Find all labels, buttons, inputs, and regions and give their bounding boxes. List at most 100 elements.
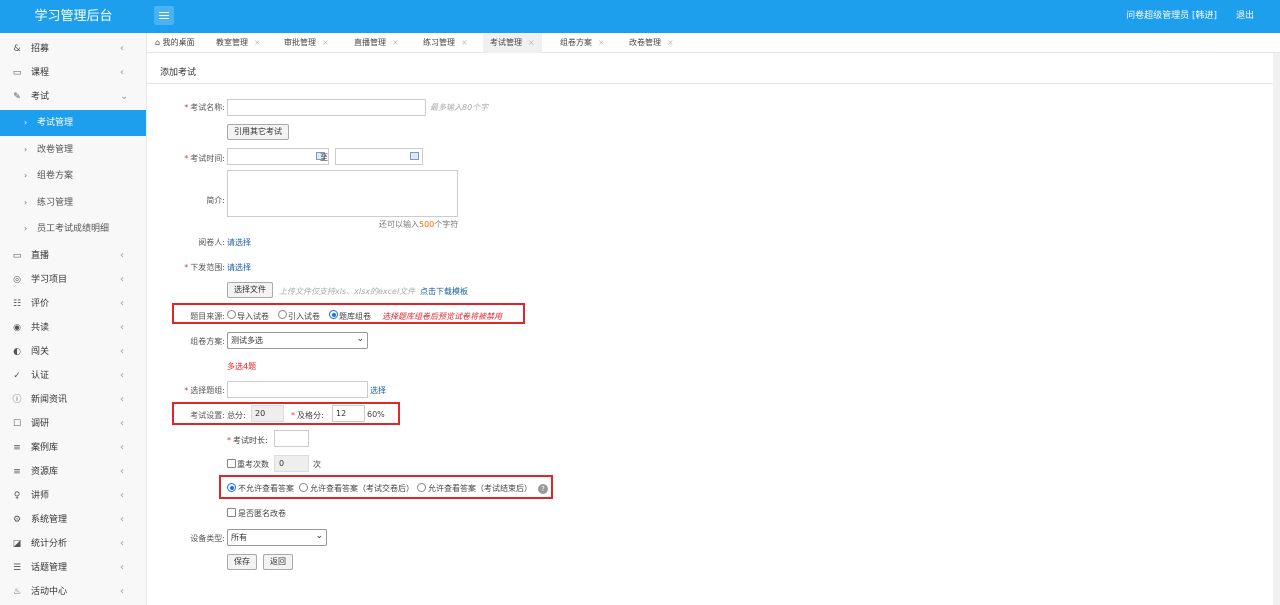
close-icon[interactable]: × — [667, 38, 674, 47]
exam-name-input[interactable] — [227, 99, 426, 116]
sidebar-subitem-label: 考试管理 — [37, 118, 74, 128]
close-icon[interactable]: × — [461, 38, 468, 47]
sidebar-item[interactable]: ☷ 评价 ‹ — [0, 292, 146, 316]
chevron-left-icon: ‹ — [120, 43, 124, 54]
exam-time-label: * 考试时间: — [184, 154, 225, 163]
sidebar-item[interactable]: ⚙ 系统管理 ‹ — [0, 508, 146, 532]
sidebar-item[interactable]: ≡ 案例库 ‹ — [0, 436, 146, 460]
group-select-link[interactable]: 选择 — [370, 385, 386, 396]
chevron-down-icon: ⌄ — [356, 334, 364, 344]
help-icon[interactable]: ? — [538, 484, 548, 494]
sidebar-item-label: 调研 — [31, 419, 50, 429]
tab[interactable]: 改卷管理 × — [629, 33, 674, 53]
sidebar-item-icon: ◎ — [13, 275, 21, 285]
close-icon[interactable]: × — [254, 38, 261, 47]
hamburger-icon — [159, 12, 169, 13]
sidebar-item-label: 系统管理 — [31, 515, 68, 525]
vertical-scrollbar[interactable] — [1273, 53, 1280, 605]
sidebar-item[interactable]: ◎ 学习项目 ‹ — [0, 268, 146, 292]
sidebar-item-icon: ✎ — [13, 92, 21, 102]
anonymous-checkbox[interactable] — [227, 508, 236, 517]
sidebar-item[interactable]: ☐ 调研 ‹ — [0, 412, 146, 436]
sidebar-item[interactable]: ✎ 考试 ⌄ — [0, 85, 146, 109]
chevron-left-icon: ‹ — [120, 67, 124, 78]
sidebar-item[interactable]: ≡ 资源库 ‹ — [0, 460, 146, 484]
device-select[interactable]: 所有 ⌄ — [227, 529, 327, 546]
sidebar-item[interactable]: ▭ 课程 ‹ — [0, 61, 146, 85]
tab[interactable]: 教室管理 × — [216, 33, 261, 53]
sidebar-item-icon: ▭ — [12, 68, 22, 78]
total-score-input[interactable]: 20 — [251, 405, 284, 422]
sidebar-item-label: 闯关 — [31, 347, 50, 357]
plan-label: 组卷方案: — [190, 337, 225, 346]
reference-exam-button[interactable]: 引用其它考试 — [227, 124, 289, 140]
close-icon[interactable]: × — [598, 38, 605, 47]
sidebar-item-label: 案例库 — [31, 443, 59, 453]
sidebar-item-label: 直播 — [31, 251, 50, 261]
sidebar-subitem[interactable]: › 改卷管理 — [0, 137, 146, 163]
sidebar-subitem[interactable]: › 考试管理 — [0, 110, 146, 136]
source-radio-reference[interactable] — [278, 310, 287, 319]
group-input[interactable] — [227, 381, 368, 398]
answer-option-after-submit: 允许查看答案（考试交卷后） — [310, 484, 414, 493]
scope-select-link[interactable]: 请选择 — [227, 262, 251, 273]
file-hint: 上传文件仅支持xls、xlsx的excel文件 — [279, 287, 416, 296]
tab[interactable]: ⌂ 我的桌面 — [155, 33, 195, 53]
sidebar-item-icon: ≡ — [13, 443, 21, 453]
sidebar-item[interactable]: ♀ 讲师 ‹ — [0, 484, 146, 508]
answer-radio-after-end[interactable] — [417, 483, 426, 492]
sidebar-item[interactable]: ♨ 活动中心 ‹ — [0, 580, 146, 604]
close-icon[interactable]: × — [528, 38, 535, 47]
top-bar: 学习管理后台 问卷超级管理员 [韩进] 退出 — [0, 0, 1280, 33]
sidebar-item-icon: ☐ — [12, 419, 22, 429]
tab[interactable]: 练习管理 × — [423, 33, 468, 53]
sidebar-item-icon: ⚙ — [12, 515, 22, 525]
sidebar-item[interactable]: ▭ 直播 ‹ — [0, 244, 146, 268]
sidebar-item-icon: ◐ — [13, 347, 21, 357]
pass-score-input[interactable]: 12 — [332, 405, 365, 422]
start-time-input[interactable] — [227, 148, 329, 165]
settings-label: 考试设置: — [190, 411, 225, 420]
sidebar-item-icon: & — [13, 44, 21, 54]
intro-textarea[interactable] — [227, 170, 458, 217]
close-icon[interactable]: × — [392, 38, 399, 47]
close-icon[interactable]: × — [322, 38, 329, 47]
sidebar-subitem-label: 组卷方案 — [37, 171, 74, 182]
sidebar-item[interactable]: & 招募 ‹ — [0, 37, 146, 61]
choose-file-button[interactable]: 选择文件 — [227, 282, 273, 298]
duration-input[interactable] — [274, 430, 309, 447]
sidebar-item[interactable]: ⓘ 新闻资讯 ‹ — [0, 388, 146, 412]
retake-count-input[interactable]: 0 — [274, 455, 309, 472]
tab[interactable]: 直播管理 × — [354, 33, 399, 53]
sidebar-item[interactable]: ✓ 认证 ‹ — [0, 364, 146, 388]
sidebar-item[interactable]: ◪ 统计分析 ‹ — [0, 532, 146, 556]
answer-radio-none[interactable] — [227, 483, 236, 492]
grader-select-link[interactable]: 请选择 — [227, 237, 251, 248]
current-user-link[interactable]: 问卷超级管理员 [韩进] — [1126, 0, 1217, 33]
menu-toggle-button[interactable] — [154, 6, 174, 25]
tab-label: 改卷管理 — [629, 38, 661, 47]
retake-checkbox[interactable] — [227, 459, 236, 468]
back-button[interactable]: 返回 — [263, 554, 293, 570]
sidebar-subitem[interactable]: › 组卷方案 — [0, 163, 146, 189]
sidebar-item[interactable]: ◉ 共读 ‹ — [0, 316, 146, 340]
sidebar-subitem[interactable]: › 员工考试成绩明细 — [0, 216, 146, 242]
sidebar-subitem[interactable]: › 练习管理 — [0, 190, 146, 216]
sidebar-item[interactable]: ☰ 话题管理 ‹ — [0, 556, 146, 580]
sidebar-item[interactable]: ◐ 闯关 ‹ — [0, 340, 146, 364]
answer-radio-after-submit[interactable] — [299, 483, 308, 492]
end-time-input[interactable] — [335, 148, 423, 165]
sidebar-item-label: 学习项目 — [31, 275, 68, 285]
tab[interactable]: 审批管理 × — [284, 33, 329, 53]
time-separator: 至 — [320, 153, 328, 162]
calendar-icon[interactable] — [410, 152, 419, 160]
source-radio-bank[interactable] — [329, 310, 338, 319]
logout-link[interactable]: 退出 — [1236, 0, 1254, 33]
source-radio-import[interactable] — [227, 310, 236, 319]
tab[interactable]: 考试管理 × — [483, 33, 542, 53]
plan-select[interactable]: 测试多选 ⌄ — [227, 332, 368, 349]
tab[interactable]: 组卷方案 × — [560, 33, 605, 53]
save-button[interactable]: 保存 — [227, 554, 257, 570]
chevron-left-icon: ‹ — [120, 346, 124, 357]
download-template-link[interactable]: 点击下载模板 — [420, 286, 468, 297]
